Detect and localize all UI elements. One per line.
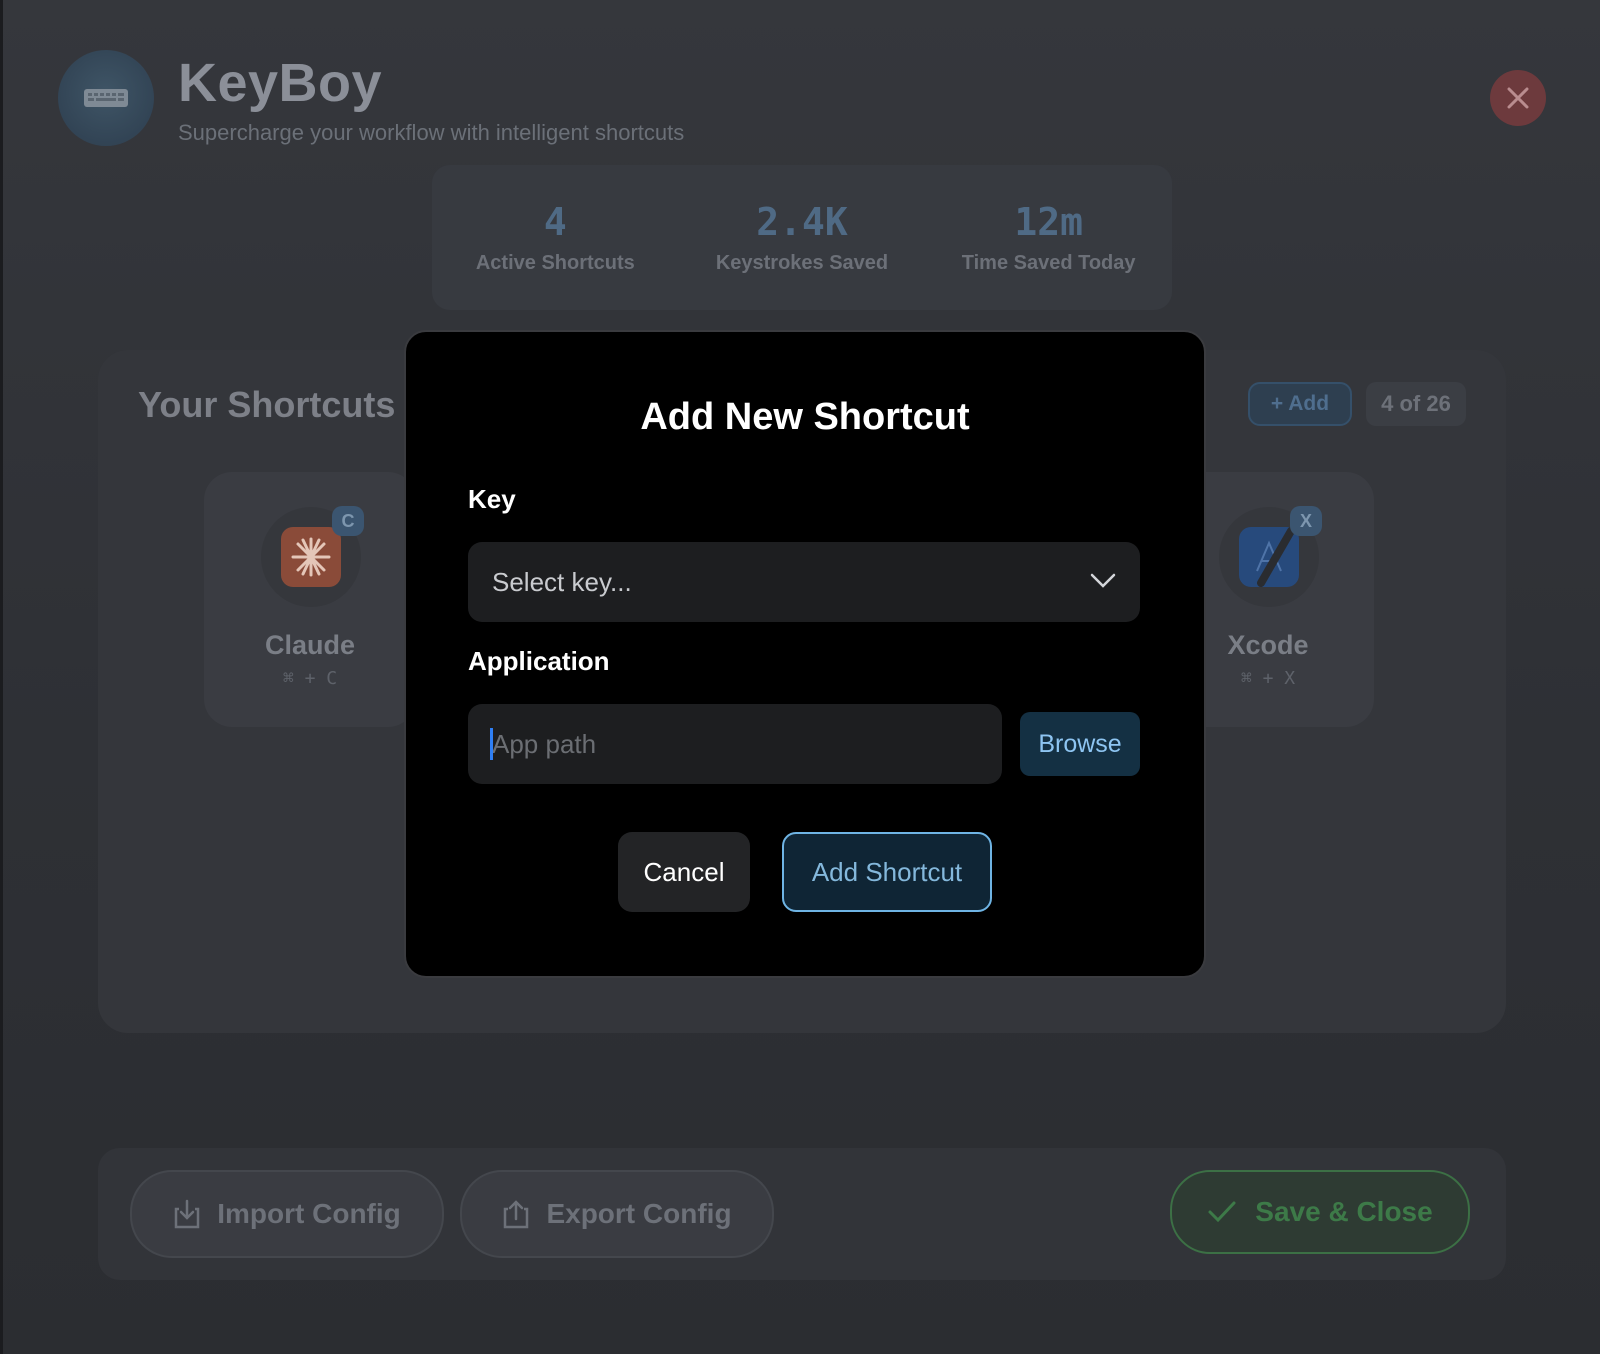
xcode-app-icon [1239,527,1299,587]
keyboard-icon [84,89,128,107]
export-icon [504,1200,529,1229]
stat-label: Keystrokes Saved [715,252,889,274]
stat-active-shortcuts: 4 Active Shortcuts [445,200,665,275]
browse-button[interactable]: Browse [1020,712,1140,776]
shortcut-card-claude[interactable]: C Claude ⌘ + C [204,472,416,727]
window-edge [0,0,3,1354]
footer-bar: Import Config Export Config Save & Close [98,1148,1506,1280]
export-config-label: Export Config [546,1198,732,1229]
claude-app-icon [281,527,341,587]
chevron-down-icon [1090,573,1116,588]
export-config-button[interactable]: Export Config [460,1170,774,1258]
text-caret [490,728,493,760]
stat-label: Time Saved Today [961,252,1136,274]
import-config-button[interactable]: Import Config [130,1170,444,1258]
key-badge: X [1290,506,1322,536]
app-path-input[interactable] [468,704,1002,784]
shortcut-count-badge: 4 of 26 [1366,382,1466,426]
key-select[interactable]: Select key... [468,542,1140,622]
stat-time-saved: 12m Time Saved Today [939,200,1159,275]
application-field-label: Application [468,646,610,676]
close-icon [1507,87,1529,109]
save-close-button[interactable]: Save & Close [1170,1170,1470,1254]
stat-label: Active Shortcuts [475,252,635,274]
add-shortcut-submit-button[interactable]: Add Shortcut [782,832,992,912]
app-subtitle: Supercharge your workflow with intellige… [178,120,685,145]
import-config-label: Import Config [217,1198,401,1229]
app-logo [58,50,154,146]
stat-value: 4 [543,200,567,244]
save-close-label: Save & Close [1255,1196,1433,1227]
key-select-value: Select key... [492,567,632,597]
add-shortcut-button[interactable]: + Add [1248,382,1352,426]
panel-title: Your Shortcuts [138,384,396,425]
card-key-combo: ⌘ + C [282,668,338,689]
stat-keystrokes-saved: 2.4K Keystrokes Saved [692,200,912,275]
key-field-label: Key [468,484,516,514]
stat-value: 12m [1014,200,1083,244]
key-badge: C [332,506,364,536]
stat-value: 2.4K [756,200,848,244]
import-icon [174,1199,200,1229]
checkmark-icon [1208,1201,1236,1223]
app-title: KeyBoy [178,53,383,113]
card-app-name: Claude [264,630,356,660]
close-button[interactable] [1490,70,1546,126]
modal-title: Add New Shortcut [640,396,970,438]
cancel-button[interactable]: Cancel [618,832,750,912]
add-shortcut-modal: Add New Shortcut Key Select key... Appli… [404,330,1206,978]
stats-card: 4 Active Shortcuts 2.4K Keystrokes Saved… [432,165,1172,310]
